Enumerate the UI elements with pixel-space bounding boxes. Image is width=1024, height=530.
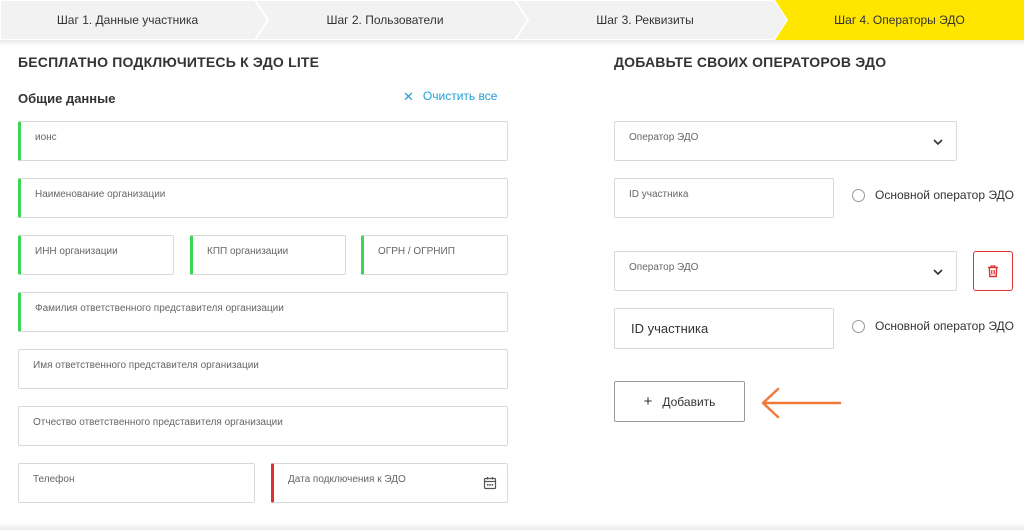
- radio-button-2[interactable]: [852, 319, 865, 333]
- org-name-field[interactable]: Наименование организации: [18, 178, 508, 218]
- clear-all-button[interactable]: ✕ Очистить все: [403, 89, 497, 103]
- main-operator-label-1: Основной оператор ЭДО: [875, 188, 1015, 202]
- kpp-label: КПП организации: [207, 246, 289, 257]
- connect-date-field[interactable]: Дата подключения к ЭДО: [271, 463, 508, 503]
- trash-icon: [988, 265, 998, 278]
- field-1[interactable]: ионс: [18, 121, 508, 161]
- operator-select-1-label: Оператор ЭДО: [629, 132, 699, 143]
- step-4-label: Шаг 4. Операторы ЭДО: [834, 13, 965, 27]
- connect-date-label: Дата подключения к ЭДО: [288, 474, 406, 485]
- inn-field[interactable]: ИНН организации: [18, 235, 174, 275]
- step-3[interactable]: Шаг 3. Реквизиты: [515, 0, 790, 40]
- phone-field[interactable]: Телефон: [18, 463, 255, 503]
- left-title: БЕСПЛАТНО ПОДКЛЮЧИТЕСЬ К ЭДО LITE: [18, 54, 320, 70]
- patronymic-field[interactable]: Отчество ответственного представителя ор…: [18, 406, 508, 446]
- participant-id-field-1[interactable]: ID участника: [614, 178, 834, 218]
- close-icon: ✕: [403, 88, 414, 104]
- kpp-field[interactable]: КПП организации: [190, 235, 346, 275]
- clear-all-label: Очистить все: [422, 89, 498, 103]
- step-2[interactable]: Шаг 2. Пользователи: [255, 0, 530, 40]
- step-1[interactable]: Шаг 1. Данные участника: [0, 0, 270, 40]
- first-name-label: Имя ответственного представителя организ…: [33, 360, 259, 371]
- operator-select-2[interactable]: Оператор ЭДО: [614, 251, 957, 291]
- participant-id-2-placeholder: ID участника: [631, 321, 709, 336]
- main-operator-radio-2[interactable]: Основной оператор ЭДО: [852, 319, 1014, 333]
- patronymic-label: Отчество ответственного представителя ор…: [33, 417, 283, 428]
- arrow-left-icon: [761, 387, 842, 419]
- chevron-down-icon: [933, 269, 943, 276]
- operator-select-1[interactable]: Оператор ЭДО: [614, 121, 957, 161]
- stepper-shadow: [0, 40, 1024, 46]
- chevron-down-icon: [933, 139, 943, 146]
- step-1-label: Шаг 1. Данные участника: [56, 13, 199, 27]
- inn-label: ИНН организации: [35, 246, 118, 257]
- field-1-value: ионс: [35, 132, 57, 143]
- phone-label: Телефон: [33, 474, 75, 485]
- plus-icon: +: [643, 393, 653, 410]
- step-3-label: Шаг 3. Реквизиты: [596, 13, 694, 27]
- step-4-active[interactable]: Шаг 4. Операторы ЭДО: [775, 0, 1024, 40]
- step-2-label: Шаг 2. Пользователи: [326, 13, 444, 27]
- general-data-heading: Общие данные: [18, 91, 116, 106]
- ogrn-field[interactable]: ОГРН / ОГРНИП: [361, 235, 508, 275]
- last-name-label: Фамилия ответственного представителя орг…: [35, 303, 284, 314]
- participant-id-field-2[interactable]: ID участника: [614, 308, 834, 349]
- last-name-field[interactable]: Фамилия ответственного представителя орг…: [18, 292, 508, 332]
- radio-button-1[interactable]: [852, 188, 865, 202]
- bottom-shadow: [0, 522, 1024, 530]
- add-operator-button[interactable]: + Добавить: [614, 381, 745, 422]
- ogrn-label: ОГРН / ОГРНИП: [378, 246, 455, 257]
- delete-operator-button[interactable]: [973, 251, 1013, 291]
- participant-id-1-label: ID участника: [629, 189, 689, 200]
- stepper: Шаг 1. Данные участника Шаг 2. Пользоват…: [0, 0, 1024, 40]
- first-name-field[interactable]: Имя ответственного представителя организ…: [18, 349, 508, 389]
- add-operator-label: Добавить: [662, 394, 716, 409]
- org-name-label: Наименование организации: [35, 189, 166, 200]
- right-title: ДОБАВЬТЕ СВОИХ ОПЕРАТОРОВ ЭДО: [614, 54, 887, 70]
- calendar-icon[interactable]: [483, 476, 497, 490]
- operator-select-2-label: Оператор ЭДО: [629, 262, 699, 273]
- main-operator-label-2: Основной оператор ЭДО: [875, 319, 1015, 333]
- main-operator-radio-1[interactable]: Основной оператор ЭДО: [852, 188, 1014, 202]
